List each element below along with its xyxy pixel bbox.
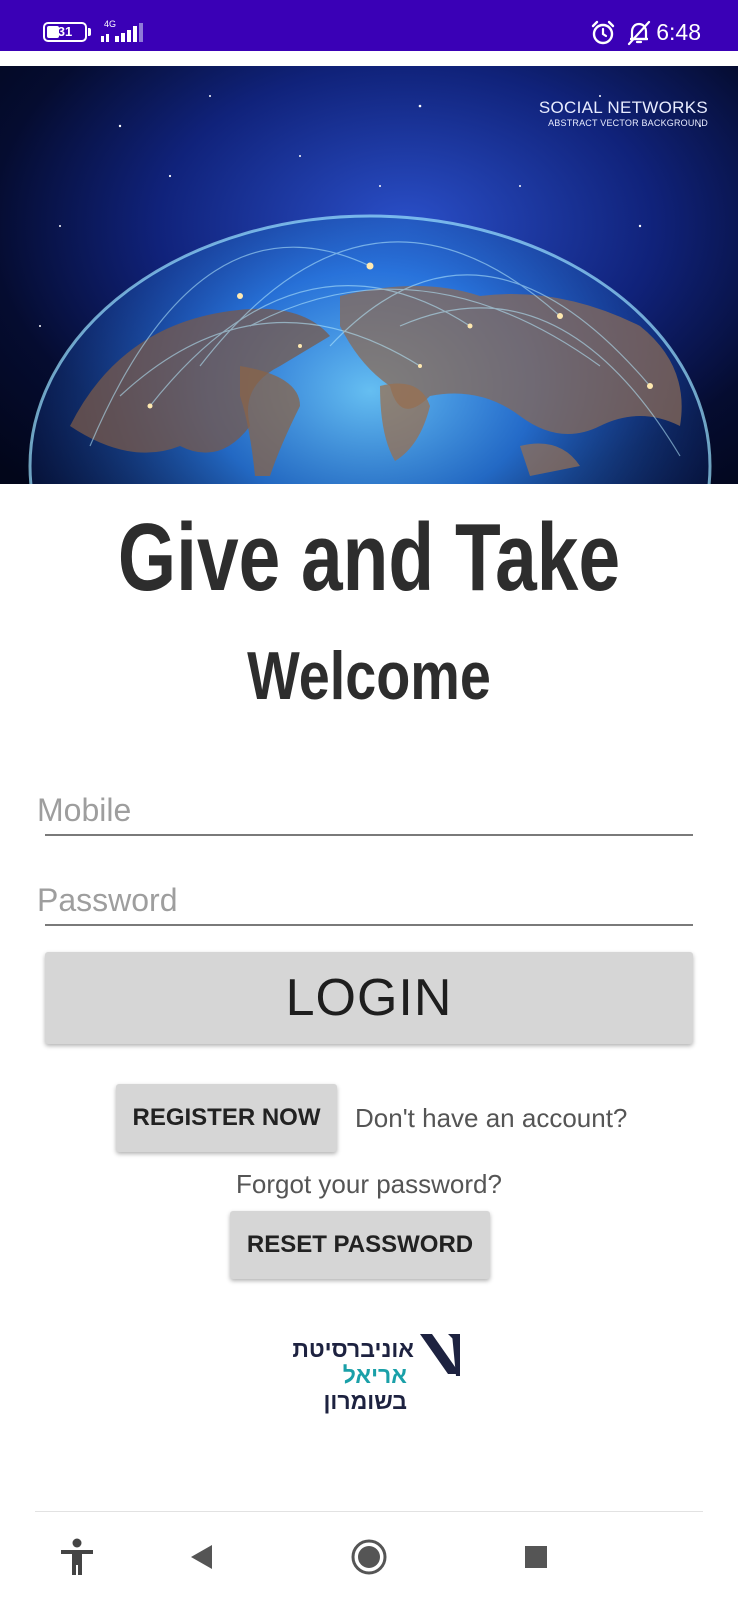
- reset-password-button[interactable]: RESET PASSWORD: [230, 1211, 490, 1279]
- battery-tip: [88, 28, 91, 36]
- logo-text-line2: אריאל: [342, 1362, 407, 1388]
- forgot-password-text: Forgot your password?: [236, 1169, 502, 1199]
- hero-globe-image: SOCIAL NETWORKS ABSTRACT VECTOR BACKGROU…: [0, 66, 738, 484]
- logo-mark-icon: [420, 1334, 460, 1376]
- hero-caption: SOCIAL NETWORKS ABSTRACT VECTOR BACKGROU…: [539, 98, 708, 129]
- login-button[interactable]: LOGIN: [45, 952, 693, 1044]
- back-icon: [191, 1545, 212, 1569]
- back-button[interactable]: [176, 1532, 226, 1582]
- signal-icon: [101, 23, 143, 42]
- status-bar: 31 4G 6:48: [0, 0, 738, 51]
- hero-caption-subtitle: ABSTRACT VECTOR BACKGROUND: [548, 118, 708, 128]
- password-input[interactable]: [37, 866, 693, 922]
- register-now-button[interactable]: REGISTER NOW: [116, 1084, 337, 1152]
- ariel-university-logo: אוניברסיטת אריאל בשומרון: [280, 1332, 462, 1432]
- logo-text-line3: בשומרון: [323, 1388, 407, 1414]
- notifications-off-icon: [627, 20, 651, 46]
- system-nav-bar: [0, 1512, 738, 1600]
- password-field-container: [37, 866, 693, 926]
- recents-icon: [525, 1546, 547, 1568]
- mobile-field-container: [37, 776, 693, 836]
- welcome-heading: Welcome: [247, 638, 491, 714]
- logo-text-line1: אוניברסיטת: [292, 1336, 414, 1362]
- accessibility-button[interactable]: [52, 1532, 102, 1582]
- app-title: Give and Take: [117, 504, 621, 611]
- clock: 6:48: [656, 19, 701, 45]
- battery-icon: 31: [43, 22, 87, 42]
- accessibility-icon: [61, 1538, 93, 1575]
- recents-button[interactable]: [511, 1532, 561, 1582]
- mobile-input[interactable]: [37, 776, 693, 832]
- hero-caption-title: SOCIAL NETWORKS: [538, 98, 708, 117]
- home-icon: [351, 1539, 387, 1575]
- home-button[interactable]: [344, 1532, 394, 1582]
- no-account-text: Don't have an account?: [355, 1103, 628, 1133]
- battery-level: 31: [57, 24, 73, 39]
- alarm-icon: [591, 20, 615, 45]
